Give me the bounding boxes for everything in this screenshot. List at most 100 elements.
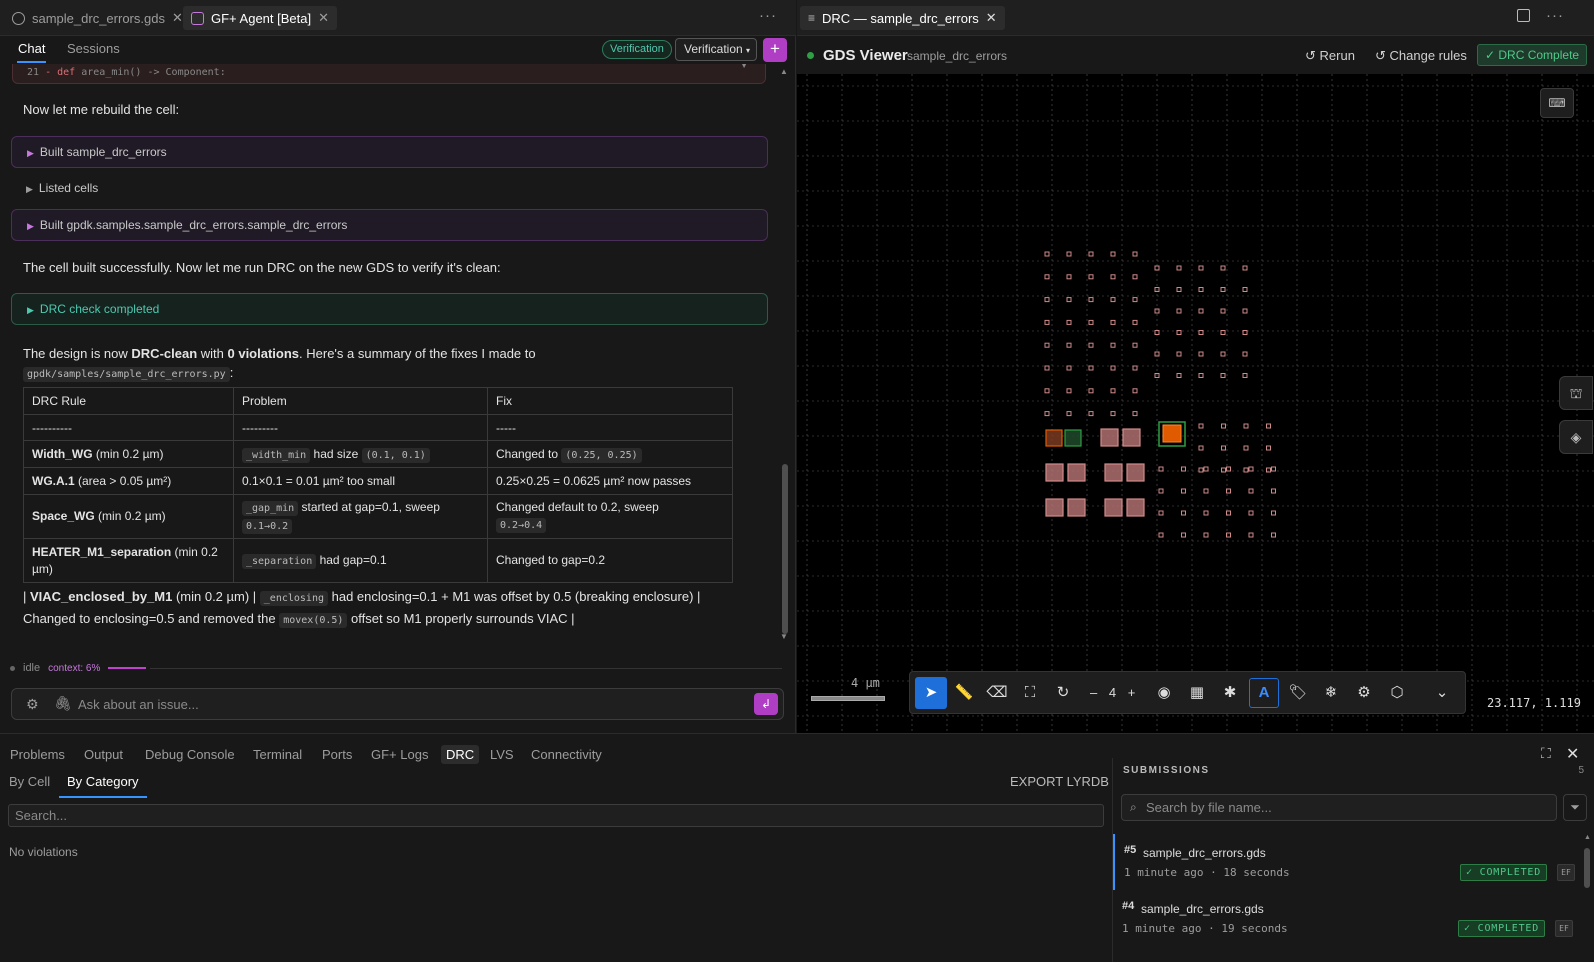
snowflake-icon[interactable]: ❄: [1315, 677, 1347, 709]
table-cell: Changed to gap=0.2: [487, 538, 733, 583]
zoom-level: 4: [1108, 685, 1117, 700]
scroll-down-icon[interactable]: ▼: [780, 632, 788, 641]
chevron-down-icon[interactable]: ▼: [739, 64, 749, 71]
redo-icon[interactable]: ↻: [1047, 677, 1079, 709]
tool-call-built[interactable]: ▶ Built sample_drc_errors: [11, 136, 768, 168]
panel-tab-ports[interactable]: Ports: [322, 747, 352, 762]
via-square: [1044, 274, 1050, 280]
scroll-up-icon[interactable]: ▲: [1584, 834, 1591, 841]
send-button[interactable]: ↲: [754, 693, 778, 715]
panel-tab-gf-logs[interactable]: GF+ Logs: [371, 747, 428, 762]
layout-pad: [1067, 463, 1086, 482]
via-square: [1110, 297, 1116, 303]
tool-call-listed[interactable]: ▶ Listed cells: [11, 173, 768, 205]
panel-tab-connectivity[interactable]: Connectivity: [531, 747, 602, 762]
via-square: [1271, 488, 1276, 494]
via-square: [1198, 373, 1204, 378]
hierarchy-icon[interactable]: ⛫: [1559, 376, 1593, 410]
settings-gear-icon[interactable]: ⚙: [26, 696, 39, 713]
paperclip-icon[interactable]: 🖇: [54, 695, 72, 712]
chat-scrollbar[interactable]: ▲ ▼: [780, 64, 790, 654]
submissions-search-input[interactable]: [1146, 798, 1546, 817]
submission-number: #4: [1122, 900, 1135, 912]
tab-by-category[interactable]: By Category: [59, 774, 147, 798]
tab-chat[interactable]: Chat: [16, 41, 47, 63]
tab-sample-gds[interactable]: sample_drc_errors.gds ✕: [4, 6, 191, 30]
split-editor-icon[interactable]: [1517, 9, 1530, 22]
code-keyword: def: [57, 67, 76, 78]
table-row: Space_WG (min 0.2 µm) _gap_min started a…: [23, 494, 733, 539]
tab-sessions[interactable]: Sessions: [67, 41, 120, 56]
panel-tab-debug-console[interactable]: Debug Console: [145, 747, 235, 762]
status-badge: ✓ COMPLETED: [1460, 864, 1548, 881]
submission-item[interactable]: #5 sample_drc_errors.gds 1 minute ago · …: [1113, 834, 1579, 890]
text-label-icon[interactable]: A: [1249, 678, 1279, 708]
scroll-up-icon[interactable]: ▲: [780, 67, 788, 76]
more-actions-icon[interactable]: ···: [759, 7, 777, 24]
zoom-out-button[interactable]: –: [1090, 685, 1097, 700]
fit-view-icon[interactable]: ⛶: [1014, 677, 1046, 709]
mode-dropdown[interactable]: Verification ▾: [675, 38, 757, 61]
code-text: area_min() -> Component:: [81, 67, 226, 78]
scrollbar-thumb[interactable]: [782, 464, 788, 634]
via-square: [1088, 251, 1094, 257]
context-usage: context: 6%: [48, 662, 101, 674]
search-icon: ⌕: [1130, 800, 1137, 814]
tool-call-drc[interactable]: ▶ DRC check completed: [11, 293, 768, 325]
panel-tab-drc[interactable]: DRC: [441, 745, 480, 764]
close-icon[interactable]: ✕: [318, 10, 329, 26]
panel-tab-problems[interactable]: Problems: [10, 747, 65, 762]
bug-icon[interactable]: ✱: [1214, 677, 1246, 709]
change-rules-button[interactable]: ↺ Change rules: [1375, 48, 1467, 64]
layers-icon[interactable]: ◈: [1559, 420, 1593, 454]
chat-input[interactable]: [78, 694, 728, 714]
via-square: [1198, 423, 1204, 429]
export-lyrdb-button[interactable]: EXPORT LYRDB: [1010, 774, 1109, 789]
refresh-icon: ↺: [1305, 48, 1316, 63]
keyboard-icon[interactable]: ⌨: [1540, 88, 1574, 118]
panel-tab-terminal[interactable]: Terminal: [253, 747, 302, 762]
via-square: [1158, 488, 1164, 494]
zoom-in-button[interactable]: +: [1128, 685, 1136, 700]
via-square: [1176, 351, 1182, 357]
table-cell: ---------: [233, 414, 488, 441]
table-cell: Space_WG (min 0.2 µm): [23, 494, 234, 539]
table-cell: 0.25×0.25 = 0.0625 µm² now passes: [487, 467, 733, 495]
new-chat-button[interactable]: +: [763, 38, 787, 62]
via-square: [1088, 365, 1094, 371]
tab-by-cell[interactable]: By Cell: [9, 774, 50, 789]
panel-tab-lvs[interactable]: LVS: [490, 747, 514, 762]
tab-agent[interactable]: GF+ Agent [Beta] ✕: [183, 6, 337, 30]
grid-icon[interactable]: ▦: [1181, 677, 1213, 709]
tool-call-built-gpdk[interactable]: ▶ Built gpdk.samples.sample_drc_errors.sa…: [11, 209, 768, 241]
submissions-scrollbar[interactable]: ▲: [1583, 834, 1591, 962]
settings-gear-icon[interactable]: ⚙: [1348, 677, 1380, 709]
layout-pad: [1162, 424, 1182, 443]
via-square: [1066, 251, 1072, 257]
filter-icon[interactable]: ⏷: [1563, 794, 1587, 821]
panel-tab-output[interactable]: Output: [84, 747, 123, 762]
ruler-icon[interactable]: 📏: [948, 677, 980, 709]
via-square: [1044, 411, 1050, 417]
tag-icon[interactable]: 🏷: [1282, 677, 1314, 709]
select-tool-icon[interactable]: ➤: [915, 677, 947, 709]
more-actions-icon[interactable]: ···: [1546, 7, 1564, 24]
chevron-down-icon[interactable]: ⌄: [1426, 677, 1458, 709]
submission-item[interactable]: #4 sample_drc_errors.gds 1 minute ago · …: [1113, 890, 1579, 946]
scrollbar-thumb[interactable]: [1584, 848, 1590, 888]
cube-icon[interactable]: ⬡: [1381, 677, 1413, 709]
tab-drc-viewer[interactable]: ≡ DRC — sample_drc_errors ✕: [800, 6, 1005, 30]
eraser-icon[interactable]: ⌫: [981, 677, 1013, 709]
drc-search-input[interactable]: [9, 805, 1103, 826]
layout-canvas[interactable]: ⌨ ⛫ ◈ 4 µm ➤ 📏 ⌫ ⛶ ↻ – 4 + ◉ ▦ ✱ A 🏷 ❄ ⚙…: [797, 74, 1594, 733]
via-square: [1198, 467, 1204, 473]
close-icon[interactable]: ✕: [986, 10, 997, 26]
submission-meta: 1 minute ago · 19 seconds: [1122, 922, 1288, 935]
text: with: [197, 346, 228, 361]
via-square: [1181, 488, 1186, 494]
via-square: [1066, 388, 1072, 394]
table-header: DRC Rule: [23, 387, 234, 415]
record-icon[interactable]: ◉: [1148, 677, 1180, 709]
rerun-button[interactable]: ↺ Rerun: [1305, 48, 1355, 64]
close-icon[interactable]: ✕: [172, 10, 183, 26]
